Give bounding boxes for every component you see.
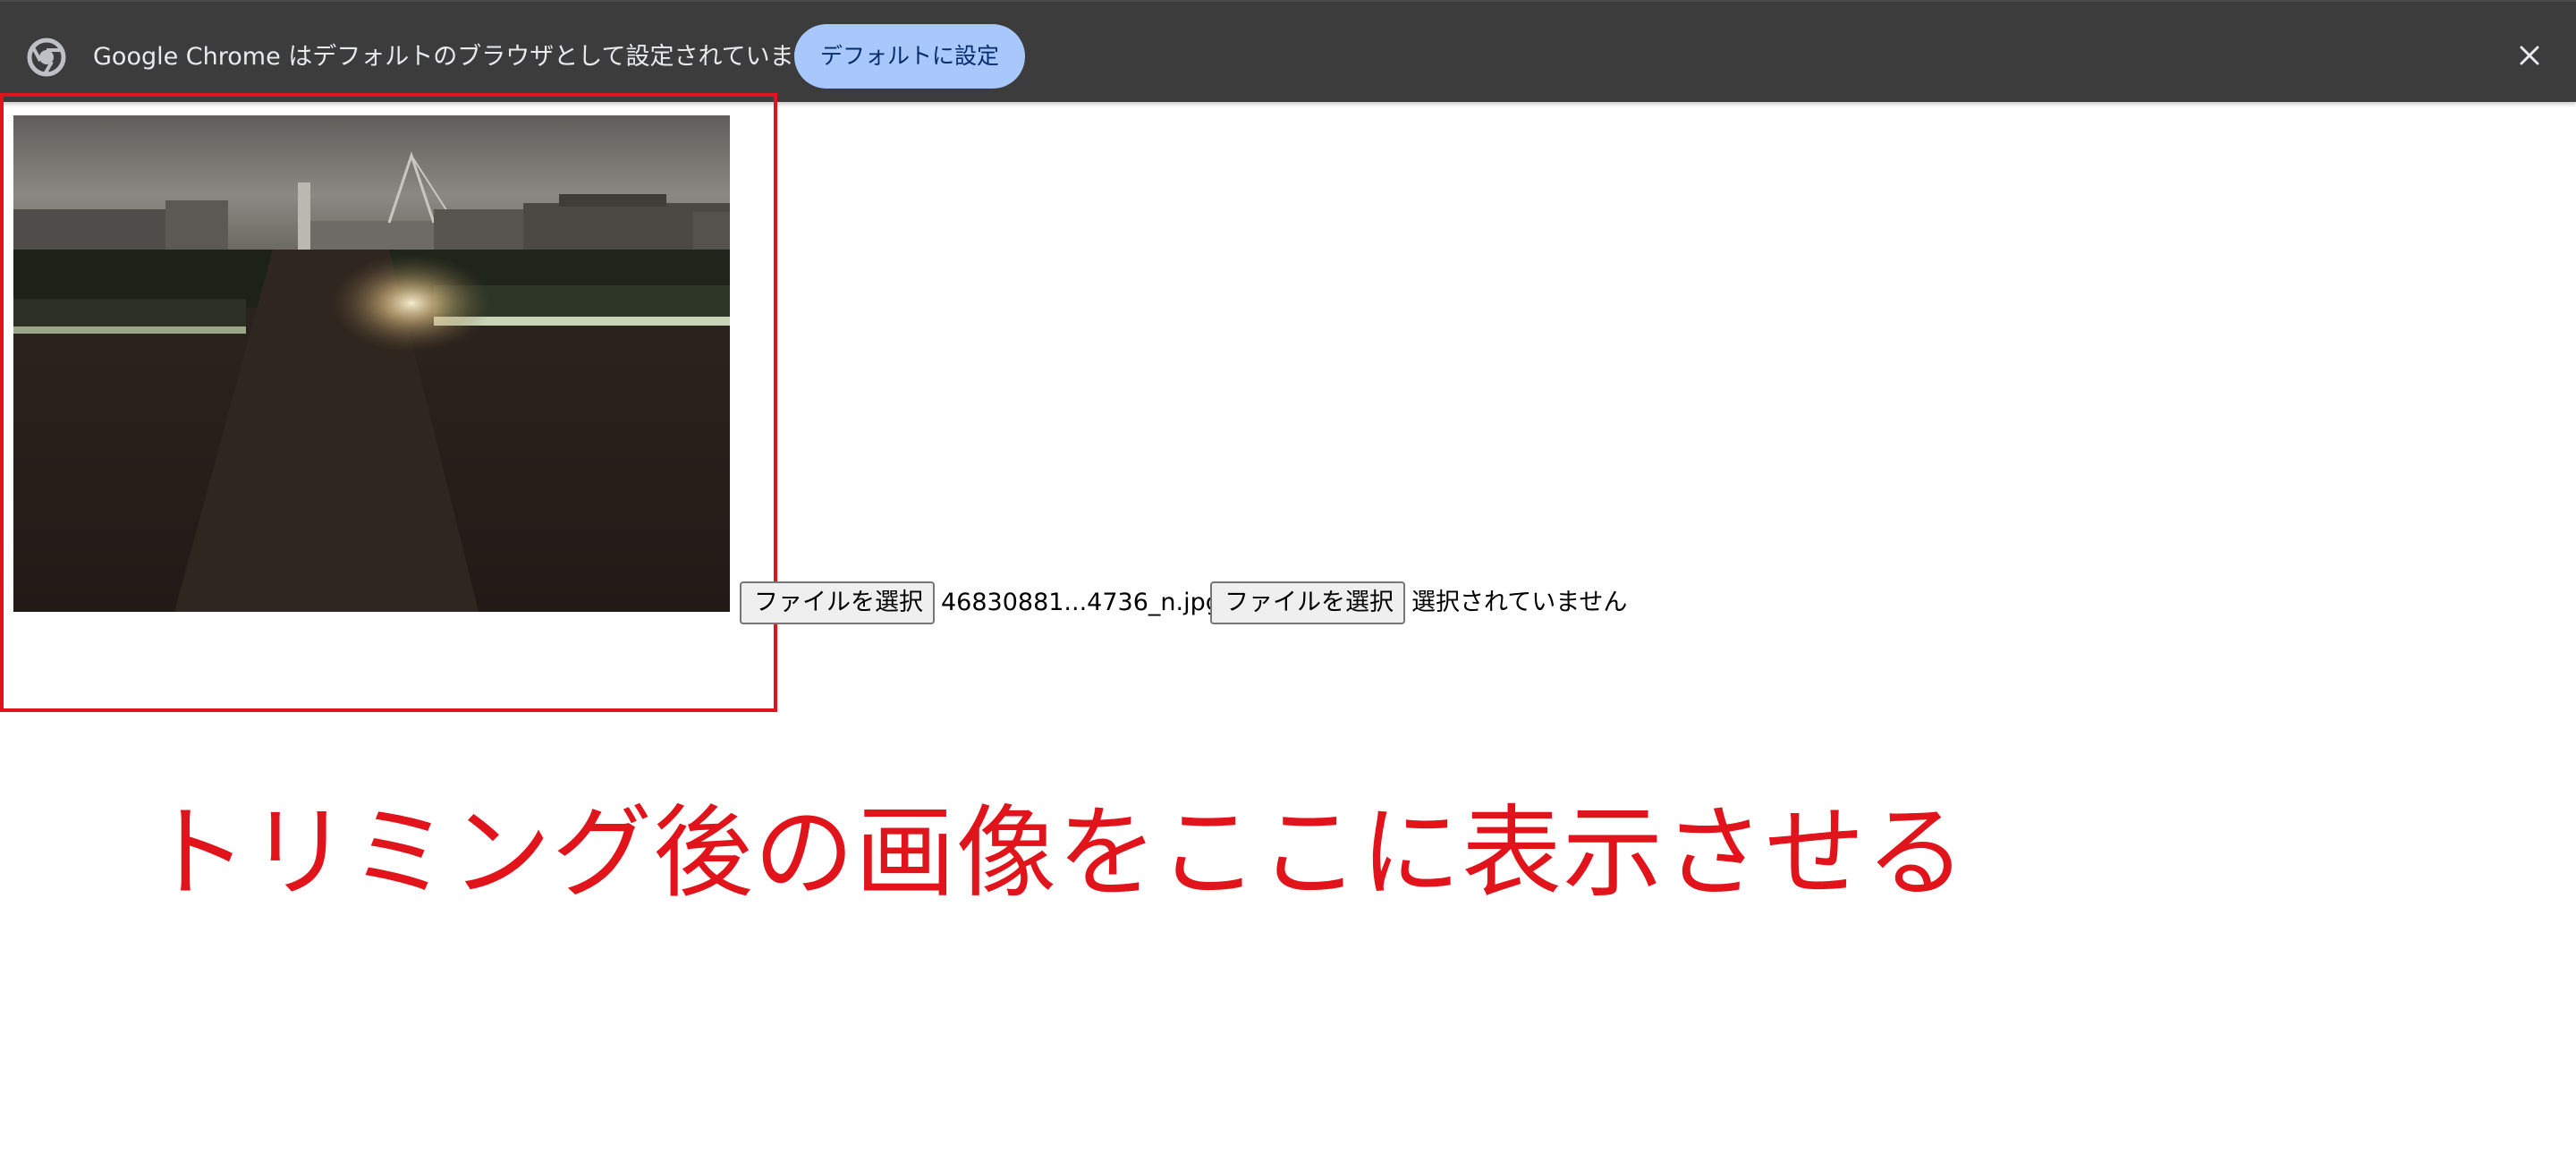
infobar-message: Google Chrome はデフォルトのブラウザとして設定されていません [93, 43, 842, 71]
file-select-button-1[interactable]: ファイルを選択 [740, 581, 935, 624]
page: Google Chrome はデフォルトのブラウザとして設定されていません デフ… [0, 0, 2576, 1170]
close-icon[interactable] [2513, 39, 2546, 72]
selected-filename-1: 46830881...4736_n.jpg [941, 589, 1221, 616]
default-browser-infobar: Google Chrome はデフォルトのブラウザとして設定されていません デフ… [0, 0, 2576, 102]
uploaded-photo [13, 115, 730, 612]
cropped-image-annotation: トリミング後の画像をここに表示させる [148, 795, 1967, 911]
set-default-button[interactable]: デフォルトに設定 [794, 24, 1025, 89]
chrome-logo-icon [27, 38, 66, 77]
selected-filename-2: 選択されていません [1411, 589, 1628, 616]
file-select-button-2[interactable]: ファイルを選択 [1210, 581, 1405, 624]
